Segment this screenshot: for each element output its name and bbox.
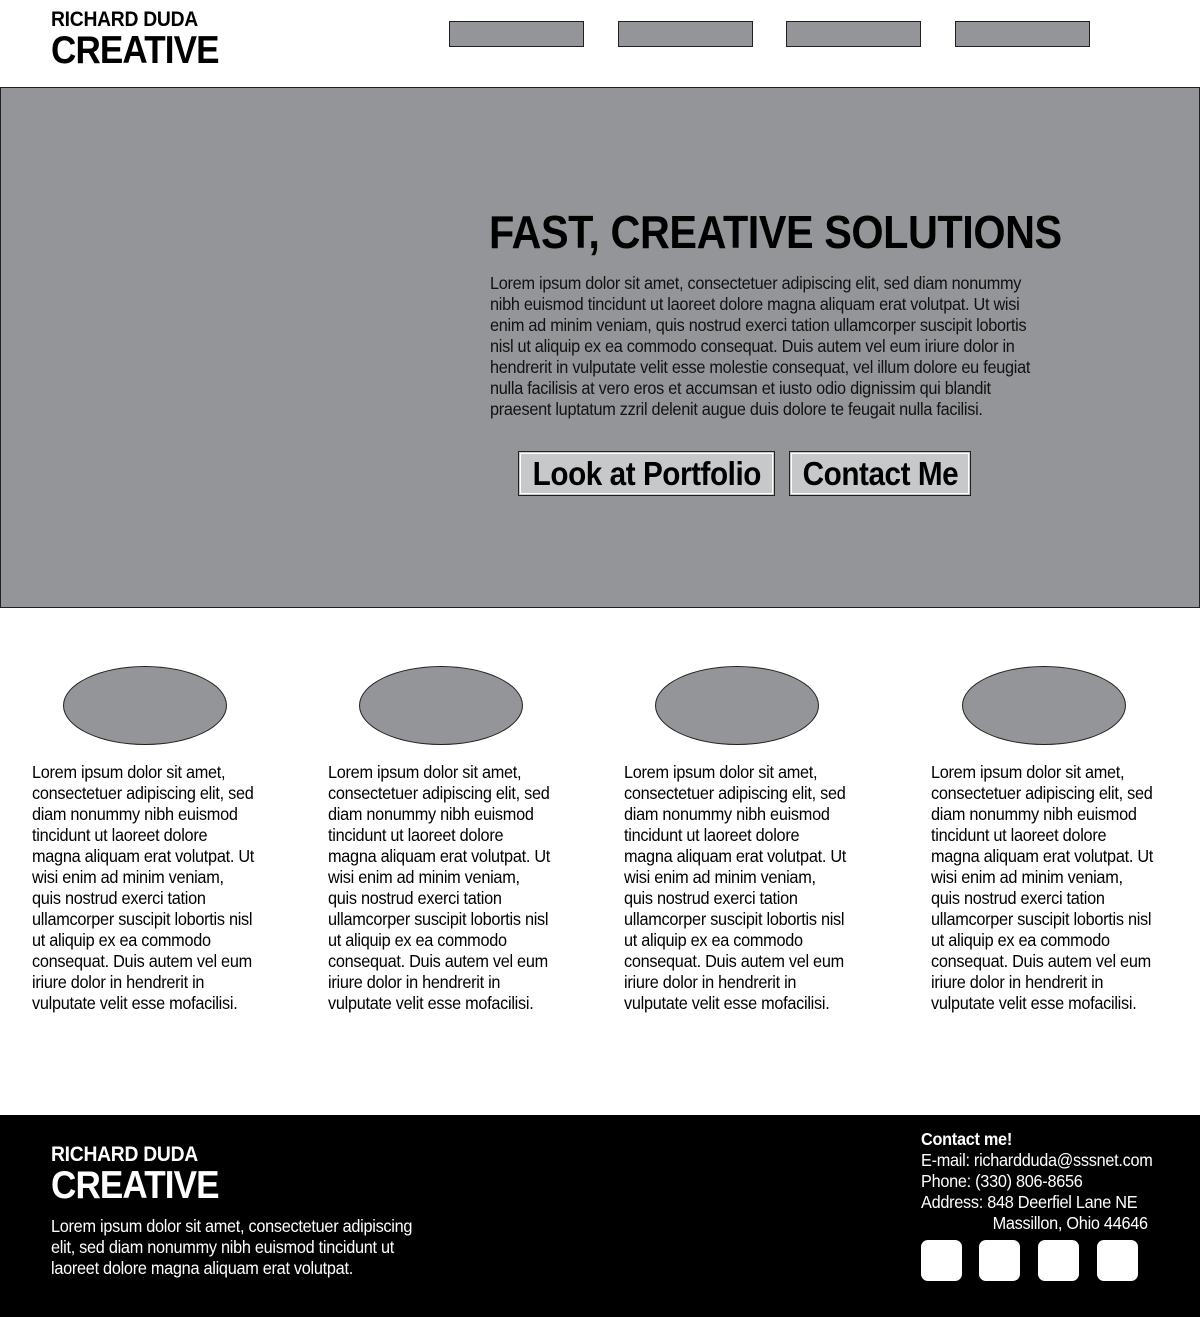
logo-tagline: CREATIVE xyxy=(51,29,220,72)
footer-logo[interactable]: RICHARD DUDA CREATIVE xyxy=(51,1144,237,1205)
contact-phone[interactable]: Phone: (330) 806-8656 xyxy=(921,1171,1153,1192)
nav-item-4[interactable] xyxy=(955,21,1090,47)
hero-title: FAST, CREATIVE SOLUTIONS xyxy=(489,206,1062,258)
social-icon-3[interactable] xyxy=(1038,1240,1079,1281)
logo-name: RICHARD DUDA xyxy=(51,8,198,31)
feature-image-placeholder-3 xyxy=(655,666,819,745)
feature-text-2: Lorem ipsum dolor sit amet, consectetuer… xyxy=(328,762,551,1013)
contact-me-label: Contact Me xyxy=(802,455,958,492)
feature-text-3: Lorem ipsum dolor sit amet, consectetuer… xyxy=(624,762,847,1013)
header-logo[interactable]: RICHARD DUDA CREATIVE xyxy=(51,9,237,70)
footer-logo-tagline: CREATIVE xyxy=(51,1164,220,1207)
feature-image-placeholder-1 xyxy=(63,666,227,745)
nav-item-2[interactable] xyxy=(618,21,753,47)
footer-logo-name: RICHARD DUDA xyxy=(51,1143,198,1166)
contact-address-line1: Address: 848 Deerfiel Lane NE xyxy=(921,1192,1138,1212)
nav-item-1[interactable] xyxy=(449,21,584,47)
social-icon-2[interactable] xyxy=(979,1240,1020,1281)
footer-description: Lorem ipsum dolor sit amet, consectetuer… xyxy=(51,1216,413,1278)
contact-info: Contact me! E-mail: richardduda@sssnet.c… xyxy=(921,1129,1153,1234)
feature-image-placeholder-4 xyxy=(962,666,1126,745)
nav-item-3[interactable] xyxy=(786,21,921,47)
look-at-portfolio-label: Look at Portfolio xyxy=(532,455,761,492)
hero-description: Lorem ipsum dolor sit amet, consectetuer… xyxy=(490,273,1031,419)
look-at-portfolio-button[interactable]: Look at Portfolio xyxy=(518,451,775,496)
feature-text-1: Lorem ipsum dolor sit amet, consectetuer… xyxy=(32,762,255,1013)
contact-me-button[interactable]: Contact Me xyxy=(789,451,971,496)
contact-heading: Contact me! xyxy=(921,1129,1012,1149)
contact-email[interactable]: E-mail: richardduda@sssnet.com xyxy=(921,1150,1153,1171)
social-icon-4[interactable] xyxy=(1097,1240,1138,1281)
social-icon-1[interactable] xyxy=(921,1240,962,1281)
feature-image-placeholder-2 xyxy=(359,666,523,745)
feature-text-4: Lorem ipsum dolor sit amet, consectetuer… xyxy=(931,762,1154,1013)
contact-address-line2: Massillon, Ohio 44646 xyxy=(992,1213,1148,1233)
